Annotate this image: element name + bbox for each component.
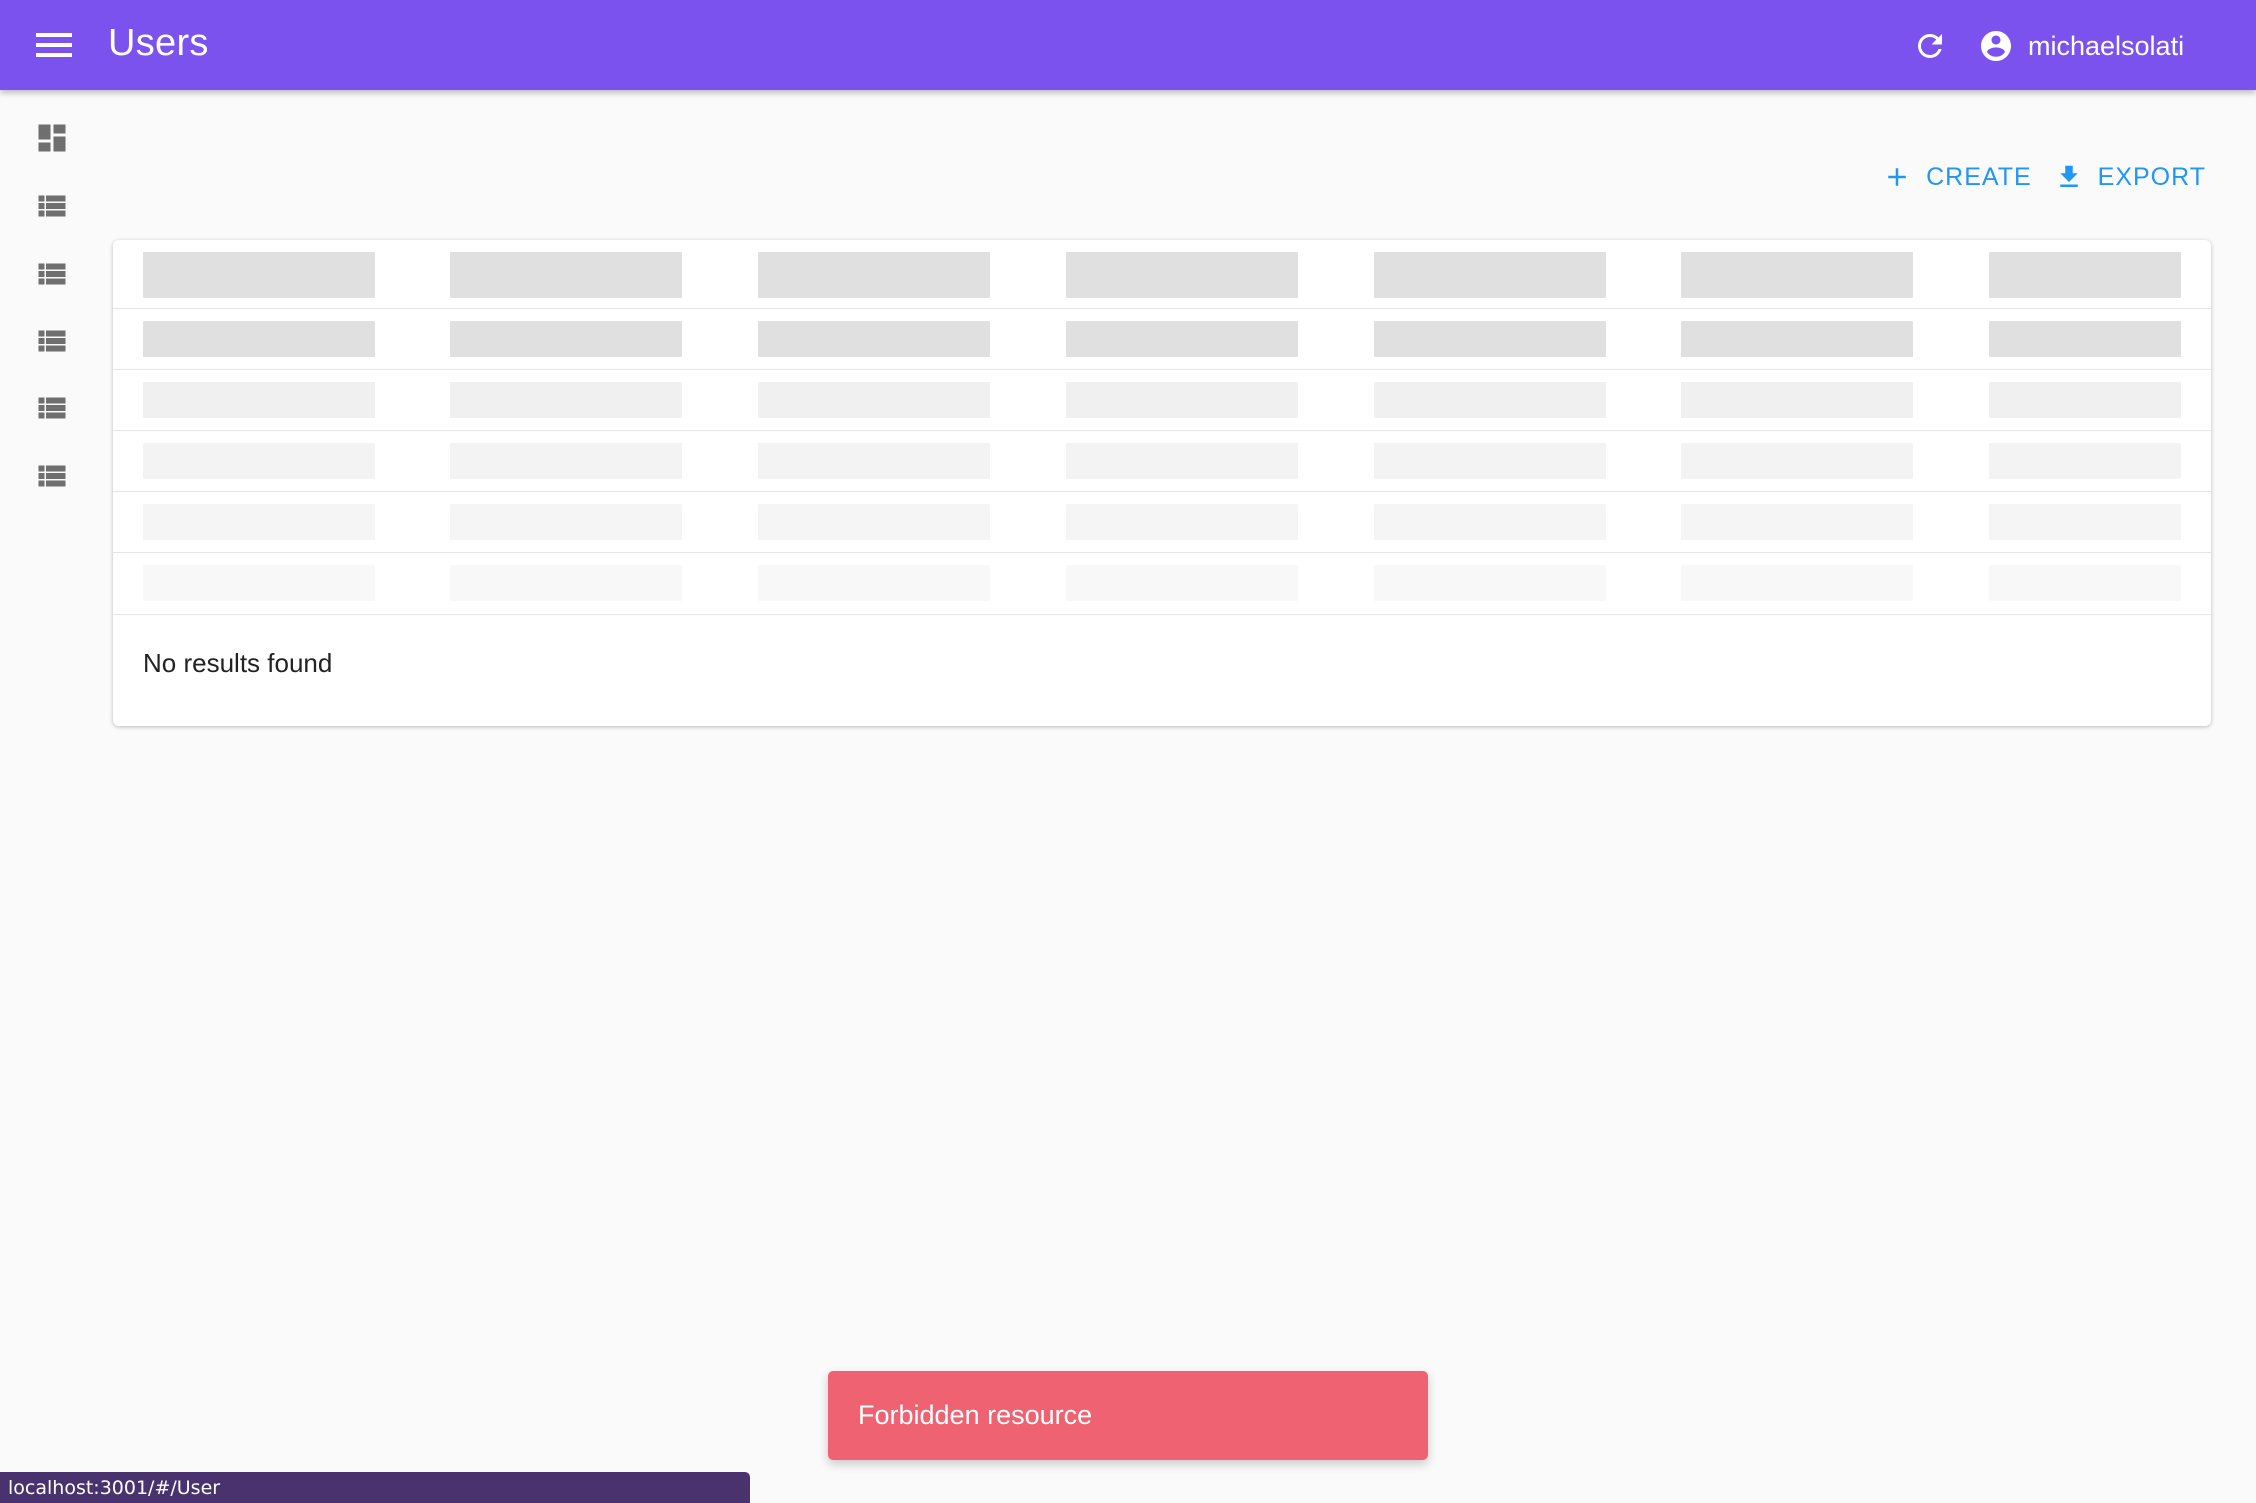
username-label: michaelsolati xyxy=(2028,30,2185,61)
table-row xyxy=(113,553,2211,615)
skeleton-cell xyxy=(1066,252,1298,298)
skeleton-cell xyxy=(450,382,682,418)
skeleton-cell xyxy=(1989,443,2181,479)
create-button[interactable]: CREATE xyxy=(1882,162,2032,192)
sidebar-item-list-1[interactable] xyxy=(32,186,72,226)
skeleton-cell xyxy=(1066,443,1298,479)
list-icon xyxy=(38,397,66,419)
dashboard-icon xyxy=(38,124,66,152)
user-menu-button[interactable]: michaelsolati xyxy=(1978,22,2184,70)
add-icon xyxy=(1888,168,1906,186)
skeleton-cell xyxy=(1989,504,2181,540)
error-toast: Forbidden resource xyxy=(828,1371,1428,1460)
skeleton-cell xyxy=(143,504,375,540)
refresh-icon xyxy=(1917,33,1942,58)
list-icon xyxy=(38,263,66,285)
list-actions: CREATE EXPORT xyxy=(1860,160,2206,194)
list-icon xyxy=(38,195,66,217)
status-url: localhost:3001/#/User xyxy=(8,1476,221,1499)
skeleton-cell xyxy=(1681,252,1913,298)
skeleton-cell xyxy=(450,443,682,479)
skeleton-cell xyxy=(1989,252,2181,298)
export-label: EXPORT xyxy=(2097,162,2206,191)
sidebar-item-list-4[interactable] xyxy=(32,388,72,428)
sidebar-item-list-2[interactable] xyxy=(32,254,72,294)
page-title: Users xyxy=(108,22,209,64)
skeleton-cell xyxy=(1681,443,1913,479)
skeleton-cell xyxy=(1989,565,2181,601)
table-row xyxy=(113,240,2211,309)
hamburger-menu-icon xyxy=(36,33,72,57)
skeleton-cell xyxy=(450,565,682,601)
table-row xyxy=(113,309,2211,370)
app-bar: Users michaelsolati xyxy=(0,0,2256,90)
sidebar-item-dashboard[interactable] xyxy=(32,118,72,158)
create-label: CREATE xyxy=(1926,162,2032,191)
skeleton-cell xyxy=(1989,382,2181,418)
skeleton-cell xyxy=(758,321,990,357)
skeleton-cell xyxy=(758,382,990,418)
table-row xyxy=(113,431,2211,492)
skeleton-cell xyxy=(1681,565,1913,601)
skeleton-cell xyxy=(1681,321,1913,357)
skeleton-cell xyxy=(143,565,375,601)
table-row xyxy=(113,492,2211,553)
skeleton-cell xyxy=(1066,565,1298,601)
refresh-button[interactable] xyxy=(1906,22,1954,70)
skeleton-cell xyxy=(758,252,990,298)
account-circle-icon xyxy=(1981,31,2011,61)
skeleton-cell xyxy=(1066,382,1298,418)
browser-status-bar: localhost:3001/#/User xyxy=(0,1472,750,1503)
skeleton-cell xyxy=(1681,382,1913,418)
skeleton-cell xyxy=(758,504,990,540)
sidebar-item-list-3[interactable] xyxy=(32,321,72,361)
skeleton-cell xyxy=(1374,443,1606,479)
skeleton-cell xyxy=(143,443,375,479)
menu-button[interactable] xyxy=(30,24,78,66)
skeleton-cell xyxy=(450,252,682,298)
list-icon xyxy=(38,465,66,487)
no-results-text: No results found xyxy=(143,648,333,678)
skeleton-cell xyxy=(1374,504,1606,540)
skeleton-cell xyxy=(758,565,990,601)
skeleton-cell xyxy=(143,382,375,418)
list-icon xyxy=(38,330,66,352)
skeleton-cell xyxy=(1374,565,1606,601)
export-button[interactable]: EXPORT xyxy=(2054,160,2206,194)
skeleton-cell xyxy=(1066,321,1298,357)
skeleton-cell xyxy=(450,504,682,540)
skeleton-cell xyxy=(1374,321,1606,357)
skeleton-cell xyxy=(1374,382,1606,418)
toast-message: Forbidden resource xyxy=(858,1400,1093,1430)
skeleton-cell xyxy=(143,321,375,357)
download-icon xyxy=(2059,165,2078,187)
skeleton-cell xyxy=(1989,321,2181,357)
skeleton-cell xyxy=(450,321,682,357)
sidebar-item-list-5[interactable] xyxy=(32,456,72,496)
skeleton-cell xyxy=(1066,504,1298,540)
skeleton-cell xyxy=(1374,252,1606,298)
skeleton-cell xyxy=(143,252,375,298)
users-table-card: No results found xyxy=(113,240,2211,726)
table-row xyxy=(113,370,2211,431)
skeleton-cell xyxy=(758,443,990,479)
skeleton-cell xyxy=(1681,504,1913,540)
